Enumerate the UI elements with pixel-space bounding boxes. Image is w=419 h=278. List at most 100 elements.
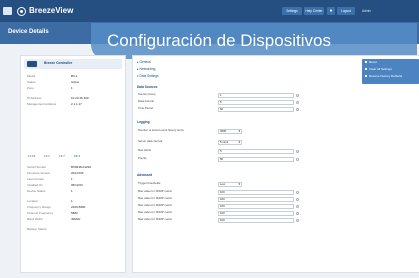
section-advanced: Advanced	[137, 173, 153, 177]
info-label: Serial Number	[27, 165, 47, 169]
text-input[interactable]: 60	[218, 107, 294, 112]
overlay-banner: Configuración de Dispositivos	[91, 23, 417, 59]
info-label: Last Contact	[27, 177, 44, 181]
accordion-data-settings[interactable]: Data Settings	[137, 74, 159, 79]
field-label: Server data interval	[138, 140, 163, 143]
text-input[interactable]: 100	[218, 204, 294, 209]
field-label: Max value for SNMP metric	[138, 211, 172, 214]
info-value: 5880	[71, 211, 78, 215]
input-icon	[296, 205, 299, 208]
field-label: Time Period	[138, 107, 153, 110]
status-chip: 12:1	[43, 153, 51, 159]
info-value: 40MHz	[71, 217, 81, 221]
app-logo: BreezeView	[17, 6, 73, 16]
field-label: Max value for SNMP metric	[138, 204, 172, 207]
device-badge-icon	[27, 61, 37, 67]
info-label: Location	[27, 199, 39, 203]
text-input[interactable]: 100	[218, 190, 294, 195]
menu-item-label: Clear All Settings	[369, 67, 392, 71]
user-menu[interactable]: Admin	[362, 7, 404, 15]
text-input[interactable]: 100	[218, 218, 294, 223]
field-label: Max value for SNMP metric	[138, 218, 172, 221]
settings-button[interactable]: Settings	[282, 7, 302, 15]
info-value: 2024.006	[71, 171, 84, 175]
info-value: BV-1	[71, 74, 78, 78]
text-input[interactable]: 100	[218, 211, 294, 216]
text-input[interactable]: 100	[218, 197, 294, 202]
input-icon	[296, 101, 299, 104]
text-input[interactable]: 1	[218, 93, 294, 98]
logout-button[interactable]: Logout	[337, 7, 355, 15]
info-label: Management Address	[27, 102, 57, 106]
info-label: Device Status	[27, 189, 46, 193]
input-icon	[296, 191, 299, 194]
info-value: 1	[71, 177, 73, 181]
accordion-general[interactable]: General	[137, 60, 151, 65]
device-actions-menu: Reset Clear All Settings Restore Factory…	[362, 59, 419, 84]
menu-item-label: Restore Factory Defaults	[369, 74, 403, 78]
bullet-icon	[365, 67, 367, 70]
field-label: Max Alerts	[138, 149, 152, 152]
menu-item-reset[interactable]: Reset	[365, 60, 377, 65]
top-navigation-bar: BreezeView Settings Help Center ♦ Logout…	[0, 0, 419, 22]
info-value: Active	[71, 80, 80, 84]
info-label: Frequency Range	[27, 205, 51, 209]
text-input[interactable]: 5	[218, 100, 294, 105]
info-label: IP Address	[27, 96, 42, 100]
field-label: Source Group	[138, 93, 156, 96]
text-input[interactable]: 60	[218, 157, 294, 162]
info-label: Backup Status	[27, 227, 47, 231]
info-value: 05/12/23	[71, 183, 83, 187]
field-label: Max value for SNMP metric	[138, 197, 172, 200]
field-label: Max value for SNMP metric	[138, 190, 172, 193]
status-chip: 14:1	[73, 153, 82, 159]
select-input[interactable]: 3600	[218, 129, 242, 134]
info-value: 10.23.45.100	[71, 96, 89, 100]
info-label: Channel Frequency	[27, 211, 54, 215]
input-icon	[296, 212, 299, 215]
field-label: Trigger thresholds	[138, 182, 161, 185]
info-label: Band Width	[27, 217, 43, 221]
info-value: BV8238-01220	[71, 165, 92, 169]
text-input[interactable]: 5	[218, 149, 294, 154]
menu-item-restore-factory-defaults[interactable]: Restore Factory Defaults	[365, 74, 402, 79]
device-card: Breeze Controller	[24, 59, 122, 69]
input-icon	[296, 219, 299, 222]
menu-icon[interactable]	[3, 7, 12, 15]
status-chip: 13:7	[58, 153, 66, 159]
input-icon	[296, 108, 299, 111]
input-icon	[296, 158, 299, 161]
app-name: BreezeView	[29, 6, 74, 15]
info-label: Status	[27, 80, 36, 84]
page-title: Device Details	[8, 29, 49, 35]
accordion-networking[interactable]: Networking	[137, 67, 156, 72]
section-data-sources: Data Sources	[137, 85, 158, 89]
info-value: 1	[71, 189, 73, 193]
info-label: Firmware Version	[27, 171, 51, 175]
bell-icon[interactable]: ♦	[327, 7, 335, 15]
banner-title: Configuración de Dispositivos	[107, 31, 331, 50]
info-label: Zone	[27, 86, 34, 90]
bullet-icon	[365, 74, 367, 77]
logo-icon	[17, 6, 26, 16]
menu-item-label: Reset	[369, 60, 377, 64]
info-label: Installed On	[27, 183, 44, 187]
select-input[interactable]: 5 mins	[218, 140, 242, 145]
device-info-panel: Breeze Controller Model BV-1 Status Acti…	[20, 55, 126, 273]
info-value: 2.1.1.17	[71, 102, 82, 106]
field-label: Number of stored event history items	[138, 129, 184, 132]
menu-item-clear-all-settings[interactable]: Clear All Settings	[365, 67, 392, 72]
info-value: 1	[71, 199, 73, 203]
help-center-button[interactable]: Help Center	[304, 7, 324, 15]
field-label: Priority	[138, 157, 147, 160]
info-value: 2400-5800	[71, 205, 86, 209]
status-chip: 11:15	[27, 153, 37, 159]
input-icon	[296, 94, 299, 97]
device-name: Breeze Controller	[44, 61, 73, 65]
select-input[interactable]: Low	[218, 182, 242, 187]
input-icon	[296, 198, 299, 201]
info-label: Model	[27, 74, 36, 78]
section-logging: Logging	[137, 120, 150, 124]
field-label: Data Interval	[138, 100, 154, 103]
bullet-icon	[365, 60, 367, 63]
